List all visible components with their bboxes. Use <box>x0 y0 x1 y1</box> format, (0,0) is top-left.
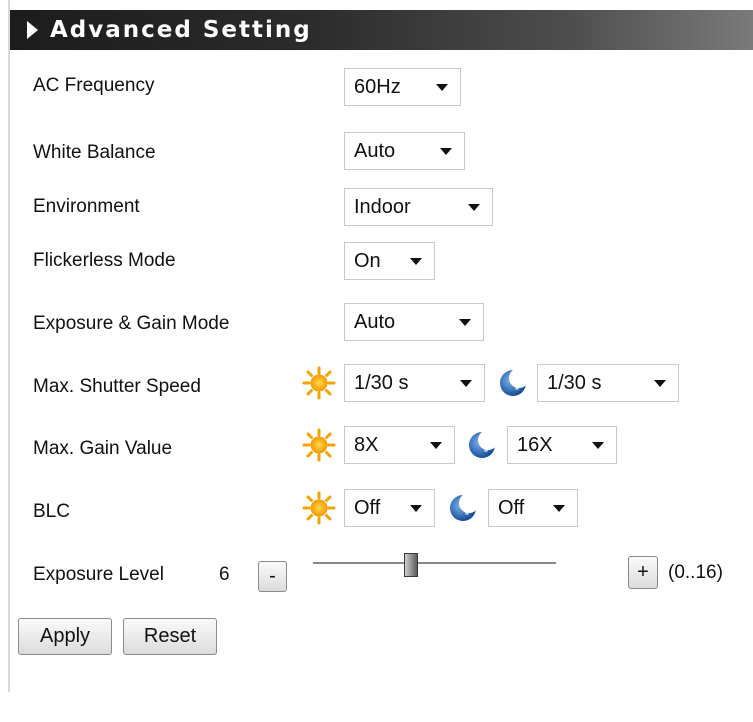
blc-day-select[interactable]: Off <box>344 489 435 527</box>
chevron-down-icon <box>440 147 452 155</box>
exposure-gain-mode-value: Auto <box>354 310 396 333</box>
ac-frequency-label: AC Frequency <box>33 75 155 96</box>
chevron-down-icon <box>654 379 666 387</box>
chevron-down-icon <box>410 257 422 265</box>
sun-icon <box>302 428 336 462</box>
advanced-setting-panel: Advanced Setting AC Frequency 60Hz White… <box>0 0 753 722</box>
apply-button[interactable]: Apply <box>18 618 112 655</box>
moon-icon <box>500 368 529 396</box>
reset-button[interactable]: Reset <box>123 618 217 655</box>
max-gain-value-label: Max. Gain Value <box>33 438 173 459</box>
environment-value: Indoor <box>354 195 411 218</box>
section-title: Advanced Setting <box>50 17 312 43</box>
chevron-down-icon <box>460 379 472 387</box>
chevron-down-icon <box>430 441 442 449</box>
blc-night-value: Off <box>498 496 525 519</box>
blc-label: BLC <box>33 501 70 522</box>
exposure-gain-mode-label: Exposure & Gain Mode <box>33 313 230 334</box>
max-shutter-speed-night-value: 1/30 s <box>547 371 602 394</box>
exposure-slider-track[interactable] <box>313 562 556 564</box>
exposure-gain-mode-select[interactable]: Auto <box>344 303 484 341</box>
chevron-down-icon <box>459 318 471 326</box>
max-gain-value-night-select[interactable]: 16X <box>507 426 617 464</box>
max-shutter-speed-day-select[interactable]: 1/30 s <box>344 364 485 402</box>
panel-left-border <box>8 0 10 692</box>
section-header: Advanced Setting <box>10 10 753 50</box>
exposure-range-text: (0..16) <box>668 562 723 583</box>
sun-icon <box>302 491 336 525</box>
flickerless-mode-select[interactable]: On <box>344 242 435 280</box>
triangle-right-icon <box>27 21 38 39</box>
flickerless-mode-value: On <box>354 249 381 272</box>
max-shutter-speed-night-select[interactable]: 1/30 s <box>537 364 679 402</box>
environment-label: Environment <box>33 196 140 217</box>
exposure-decrease-button[interactable]: - <box>258 561 287 592</box>
flickerless-mode-label: Flickerless Mode <box>33 250 176 271</box>
max-gain-value-day-value: 8X <box>354 433 379 456</box>
chevron-down-icon <box>553 504 565 512</box>
exposure-slider-thumb[interactable] <box>404 553 418 577</box>
blc-day-value: Off <box>354 496 381 519</box>
chevron-down-icon <box>592 441 604 449</box>
white-balance-select[interactable]: Auto <box>344 132 465 170</box>
chevron-down-icon <box>410 504 422 512</box>
max-gain-value-night-value: 16X <box>517 433 553 456</box>
white-balance-value: Auto <box>354 139 396 162</box>
increase-label: + <box>637 561 649 583</box>
ac-frequency-value: 60Hz <box>354 75 401 98</box>
max-shutter-speed-label: Max. Shutter Speed <box>33 376 201 397</box>
max-shutter-speed-day-value: 1/30 s <box>354 371 409 394</box>
reset-button-label: Reset <box>143 625 197 647</box>
sun-icon <box>302 366 336 400</box>
chevron-down-icon <box>436 83 448 91</box>
blc-night-select[interactable]: Off <box>488 489 578 527</box>
apply-button-label: Apply <box>39 625 91 647</box>
chevron-down-icon <box>468 203 480 211</box>
ac-frequency-select[interactable]: 60Hz <box>344 68 461 106</box>
moon-icon <box>450 493 479 521</box>
moon-icon <box>469 430 498 458</box>
exposure-level-value: 6 <box>219 564 230 585</box>
decrease-label: - <box>269 565 276 587</box>
max-gain-value-day-select[interactable]: 8X <box>344 426 455 464</box>
white-balance-label: White Balance <box>33 142 156 163</box>
exposure-increase-button[interactable]: + <box>628 556 658 589</box>
environment-select[interactable]: Indoor <box>344 188 493 226</box>
exposure-level-label: Exposure Level <box>33 564 164 585</box>
